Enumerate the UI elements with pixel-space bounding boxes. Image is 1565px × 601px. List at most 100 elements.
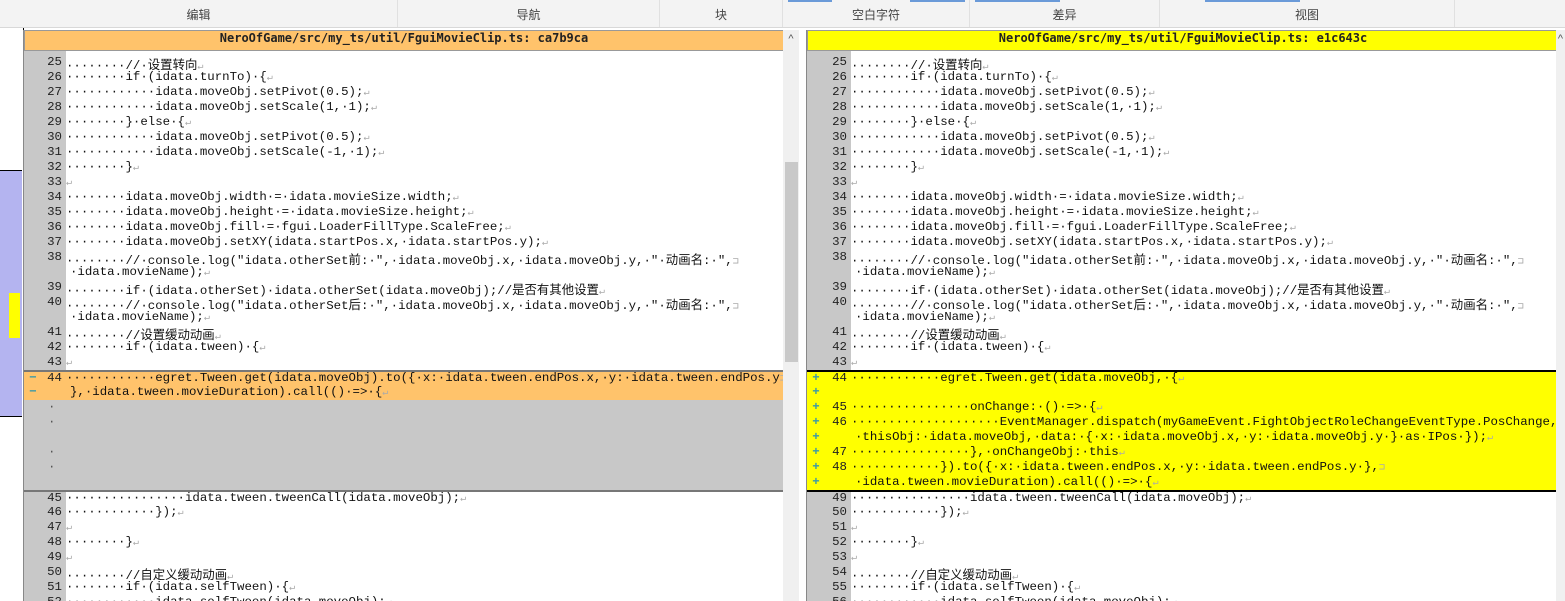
scroll-up-icon[interactable]: ^ (1556, 30, 1565, 48)
line-text[interactable]: ············idata.moveObj.setScale(-1,·1… (851, 145, 1169, 159)
line-end-icon: ↵ (1487, 433, 1494, 444)
line-number: 50 (832, 505, 847, 519)
line-text[interactable]: ········}·else·{↵ (66, 115, 191, 129)
group-view[interactable]: 视图 (1160, 0, 1455, 27)
line-text[interactable]: ········}↵ (66, 160, 139, 174)
line-text[interactable]: ············idata.moveObj.setPivot(0.5);… (851, 85, 1154, 99)
line-text[interactable]: ·idata.movieName);↵ (70, 310, 210, 324)
right-scrollbar[interactable]: ^ (1556, 30, 1565, 601)
code-text: ············}); (66, 505, 178, 519)
line-text[interactable]: ········if·(idata.turnTo)·{↵ (851, 70, 1058, 84)
line-text[interactable]: ·idata.movieName);↵ (855, 265, 995, 279)
line-text[interactable]: ········idata.moveObj.setXY(idata.startP… (66, 235, 548, 249)
left-scrollbar[interactable]: ^ (783, 30, 799, 601)
group-block[interactable]: 块 (660, 0, 783, 27)
added-line: +48 ············}).to({·x:·idata.tween.en… (807, 460, 1559, 475)
line-text[interactable]: ·idata.tween.movieDuration).call(()·=>·{… (855, 475, 1158, 489)
scroll-up-icon[interactable]: ^ (783, 30, 799, 48)
line-text[interactable]: ············idata.moveObj.setPivot(0.5);… (66, 85, 369, 99)
line-text[interactable]: ········if·(idata.selfTween)·{↵ (66, 580, 295, 594)
code-line: 30 ············idata.moveObj.setPivot(0.5… (24, 130, 784, 145)
code-line: 45 ················idata.tween.tweenCall(… (24, 490, 784, 505)
code-line: ·idata.movieName);↵ (24, 310, 784, 325)
line-text[interactable]: ············egret.Tween.get(idata.moveOb… (851, 372, 1184, 386)
line-text[interactable]: ········if·(idata.turnTo)·{↵ (66, 70, 273, 84)
line-end-icon: ↵ (363, 133, 370, 144)
line-text[interactable]: ↵ (66, 520, 72, 534)
line-text[interactable]: ············idata.moveObj.setScale(1,·1)… (851, 100, 1162, 114)
line-text[interactable]: ↵ (851, 175, 857, 189)
line-text[interactable]: ····················EventManager.dispatc… (851, 415, 1559, 429)
group-edit[interactable]: 编辑 (0, 0, 398, 27)
line-number: 38 (47, 250, 62, 264)
line-number: 37 (47, 235, 62, 249)
line-number: 34 (832, 190, 847, 204)
diff-overview-bar[interactable] (0, 28, 24, 601)
line-text[interactable]: ↵ (66, 355, 72, 369)
line-text[interactable]: ········if·(idata.selfTween)·{↵ (851, 580, 1080, 594)
line-number: 47 (832, 445, 847, 459)
code-text: ················idata.tween.tweenCall(id… (66, 491, 461, 505)
line-end-icon: ↵ (541, 238, 548, 249)
line-text[interactable]: ············}).to({·x:·idata.tween.endPo… (851, 460, 1385, 474)
line-number: 28 (47, 100, 62, 114)
line-text[interactable]: ·idata.movieName);↵ (70, 265, 210, 279)
group-navigate[interactable]: 导航 (398, 0, 660, 27)
line-text[interactable]: ················idata.tween.tweenCall(id… (66, 492, 466, 506)
line-text[interactable]: ↵ (66, 175, 72, 189)
code-line: 35 ········idata.moveObj.height·=·idata.m… (24, 205, 784, 220)
line-text[interactable]: ············idata.moveObj.setPivot(0.5);… (851, 130, 1154, 144)
line-text[interactable]: ········}·else·{↵ (851, 115, 976, 129)
line-end-icon: ↵ (1289, 223, 1296, 234)
scrollbar-thumb[interactable] (785, 162, 798, 362)
line-text[interactable]: ········idata.moveObj.width·=·idata.movi… (851, 190, 1244, 204)
line-text[interactable]: ············idata.selfTween(idata.moveOb… (851, 595, 1177, 601)
line-end-icon: ↵ (132, 163, 139, 174)
line-text[interactable]: ↵ (851, 550, 857, 564)
line-text[interactable]: ↵ (851, 520, 857, 534)
left-file-pane[interactable]: NeroOfGame/src/my_ts/util/FguiMovieClip.… (23, 30, 784, 601)
line-text[interactable]: ········}↵ (66, 535, 139, 549)
line-text[interactable]: ········idata.moveObj.width·=·idata.movi… (66, 190, 459, 204)
plus-icon: + (812, 400, 820, 414)
line-text[interactable]: ↵ (66, 550, 72, 564)
code-text: },·idata.tween.movieDuration).call(()·=>… (70, 385, 383, 399)
group-diff[interactable]: 差异 (970, 0, 1160, 27)
group-whitespace[interactable]: 空白字符 (783, 0, 970, 27)
line-text[interactable]: ············egret.Tween.get(idata.moveOb… (66, 372, 784, 386)
line-text[interactable]: ········}↵ (851, 160, 924, 174)
toolbar-indicator (975, 0, 1060, 2)
line-text[interactable]: ·idata.movieName);↵ (855, 310, 995, 324)
line-text[interactable]: ········idata.moveObj.height·=·idata.mov… (66, 205, 474, 219)
line-text[interactable]: ················},·onChangeObj:·this↵ (851, 445, 1125, 459)
line-text[interactable]: ········idata.moveObj.fill·=·fgui.Loader… (66, 220, 511, 234)
right-file-pane[interactable]: NeroOfGame/src/my_ts/util/FguiMovieClip.… (806, 30, 1559, 601)
line-text[interactable]: ········idata.moveObj.setXY(idata.startP… (851, 235, 1333, 249)
plus-icon: + (812, 385, 820, 399)
code-line: 38 ········//·console.log("idata.otherSet… (24, 250, 784, 268)
line-text[interactable]: ↵ (851, 355, 857, 369)
filler-line (24, 475, 784, 490)
line-text[interactable]: ············});↵ (851, 505, 969, 519)
line-text[interactable]: ·thisObj:·idata.moveObj,·data:·{·x:·idat… (855, 430, 1493, 444)
line-text[interactable]: ········}↵ (851, 535, 924, 549)
line-text[interactable]: ················idata.tween.tweenCall(id… (851, 492, 1251, 506)
line-number: 49 (832, 491, 847, 505)
line-text[interactable]: ················onChange:·()·=>·{↵ (851, 400, 1102, 414)
line-text[interactable]: ············idata.moveObj.setScale(-1,·1… (66, 145, 384, 159)
line-end-icon: ↵ (1237, 193, 1244, 204)
line-text[interactable]: },·idata.tween.movieDuration).call(()·=>… (70, 385, 388, 399)
line-text[interactable]: ············});↵ (66, 505, 184, 519)
code-line: 43 ↵ (807, 355, 1559, 370)
line-text[interactable]: ············idata.moveObj.setPivot(0.5);… (66, 130, 369, 144)
line-text[interactable]: ········if·(idata.tween)·{↵ (66, 340, 265, 354)
line-number: 40 (47, 295, 62, 309)
line-text[interactable]: ········idata.moveObj.fill·=·fgui.Loader… (851, 220, 1296, 234)
line-text[interactable]: ········if·(idata.tween)·{↵ (851, 340, 1050, 354)
added-line: + (807, 385, 1559, 400)
line-text[interactable]: ········idata.moveObj.height·=·idata.mov… (851, 205, 1259, 219)
line-number: 41 (47, 325, 62, 339)
line-text[interactable]: ············idata.selfTween(idata.moveOb… (66, 595, 392, 601)
code-line: 32 ········}↵ (807, 160, 1559, 175)
line-text[interactable]: ············idata.moveObj.setScale(1,·1)… (66, 100, 377, 114)
